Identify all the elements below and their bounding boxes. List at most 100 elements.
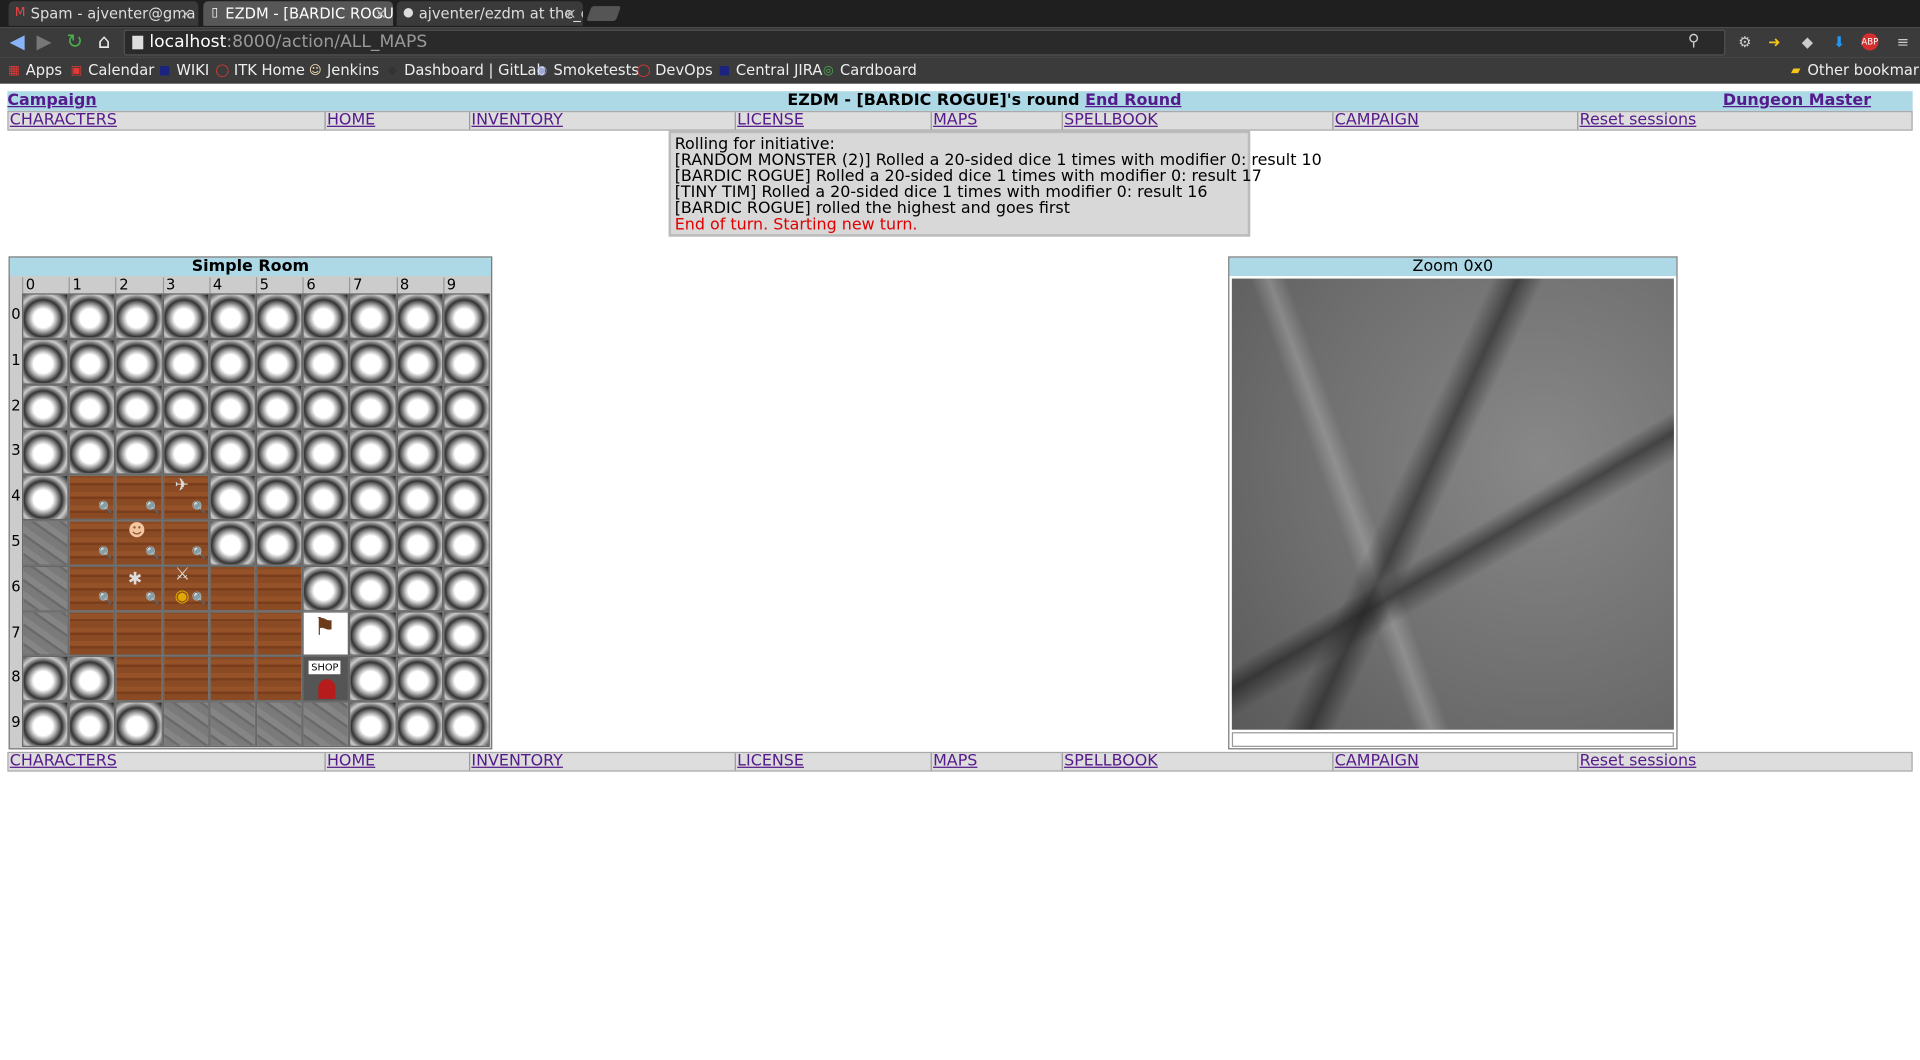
search-marker-icon[interactable]: 🔍 (145, 547, 160, 561)
map-tile[interactable] (209, 338, 256, 385)
map-tile[interactable] (255, 565, 303, 611)
other-bookmarks[interactable]: ▰Other bookmarks (1789, 62, 1920, 80)
map-tile[interactable] (255, 293, 303, 339)
menu-spellbook[interactable]: SPELLBOOK (1061, 112, 1158, 130)
close-icon[interactable]: × (564, 1, 576, 26)
zoom-magnifier-icon[interactable]: ⚲ (1688, 32, 1700, 50)
map-tile[interactable] (68, 429, 116, 475)
menu-campaign[interactable]: CAMPAIGN (1332, 753, 1419, 771)
home-icon[interactable]: ⌂ (93, 30, 115, 53)
map-tile[interactable] (209, 384, 256, 430)
map-tile[interactable] (115, 701, 163, 747)
map-tile[interactable] (396, 474, 444, 521)
extension-arrow-icon[interactable]: ➜ (1766, 33, 1783, 50)
map-tile[interactable] (22, 520, 69, 566)
new-tab-button[interactable] (586, 6, 622, 21)
menu-home[interactable]: HOME (324, 112, 375, 130)
map-tile[interactable] (349, 293, 397, 339)
menu-inventory[interactable]: INVENTORY (468, 112, 563, 130)
map-tile[interactable] (443, 293, 490, 339)
map-tile[interactable] (68, 701, 116, 747)
menu-inventory[interactable]: INVENTORY (468, 753, 563, 771)
menu-reset-sessions[interactable]: Reset sessions (1577, 753, 1696, 771)
close-icon[interactable]: × (180, 1, 192, 26)
map-tile[interactable] (396, 384, 444, 430)
item-icon[interactable]: ✈ (175, 477, 189, 494)
map-tile[interactable] (209, 520, 256, 566)
menu-license[interactable]: LICENSE (734, 112, 804, 130)
map-tile[interactable] (443, 384, 490, 430)
map-tile[interactable]: SHOP (302, 656, 350, 702)
map-tile[interactable] (396, 610, 444, 657)
download-icon[interactable]: ⬇ (1831, 33, 1848, 50)
map-tile[interactable] (68, 338, 116, 385)
monster-icon[interactable]: ✱ (128, 570, 142, 587)
bookmark-jenkins[interactable]: ☺ Jenkins (309, 62, 379, 80)
map-tile[interactable] (162, 656, 210, 702)
map-tile[interactable] (302, 474, 350, 521)
menu-home[interactable]: HOME (324, 753, 375, 771)
tab-ezdm[interactable]: ▯ EZDM - [BARDIC ROGU × (203, 1, 394, 26)
map-tile[interactable] (115, 293, 163, 339)
map-tile[interactable] (349, 429, 397, 475)
map-tile[interactable] (255, 701, 303, 747)
map-tile[interactable] (115, 384, 163, 430)
map-tile[interactable] (68, 656, 116, 702)
address-bar[interactable]: localhost:8000/action/ALL_MAPS ⚲ (123, 29, 1726, 56)
map-tile[interactable] (302, 520, 350, 566)
map-tile[interactable] (396, 429, 444, 475)
map-tile[interactable] (209, 701, 256, 747)
map-tile[interactable] (162, 293, 210, 339)
map-tile[interactable] (22, 565, 69, 611)
map-tile[interactable] (349, 656, 397, 702)
menu-license[interactable]: LICENSE (734, 753, 804, 771)
map-tile[interactable] (396, 701, 444, 747)
map-tile[interactable] (349, 565, 397, 611)
search-marker-icon[interactable]: 🔍 (98, 593, 113, 607)
map-tile[interactable] (349, 338, 397, 385)
extension-gear-icon[interactable]: ⚙ (1736, 33, 1753, 50)
bookmark-calendar[interactable]: ▣ Calendar (70, 62, 155, 80)
gold-coin-icon[interactable]: ◉ (175, 588, 190, 605)
map-tile[interactable] (396, 520, 444, 566)
map-tile[interactable] (162, 701, 210, 747)
search-marker-icon[interactable]: 🔍 (145, 502, 160, 516)
map-tile[interactable] (209, 293, 256, 339)
map-tile[interactable] (115, 610, 163, 657)
map-tile[interactable] (22, 384, 69, 430)
map-tile[interactable] (209, 656, 256, 702)
dungeon-master-link[interactable]: Dungeon Master (1723, 91, 1871, 109)
map-tile[interactable] (68, 293, 116, 339)
map-tile[interactable] (115, 429, 163, 475)
map-tile[interactable] (162, 338, 210, 385)
map-tile[interactable] (255, 656, 303, 702)
map-tile[interactable] (255, 429, 303, 475)
map-tile[interactable] (302, 701, 350, 747)
bookmark-gitlab[interactable]: ◆ Dashboard | GitLab (386, 62, 546, 80)
map-tile[interactable] (255, 610, 303, 657)
map-tile[interactable] (443, 474, 490, 521)
map-tile[interactable] (396, 565, 444, 611)
map-tile[interactable] (255, 338, 303, 385)
end-round-link[interactable]: End Round (1085, 91, 1181, 109)
map-tile[interactable] (22, 474, 69, 521)
map-tile[interactable] (443, 338, 490, 385)
search-marker-icon[interactable]: 🔍 (98, 547, 113, 561)
bookmark-central-jira[interactable]: ■ Central JIRA (718, 62, 822, 80)
map-tile[interactable]: ⚑ (302, 610, 350, 657)
close-icon[interactable]: × (375, 1, 387, 26)
map-tile[interactable] (162, 610, 210, 657)
search-marker-icon[interactable]: 🔍 (192, 593, 207, 607)
adblock-icon[interactable]: ABP (1861, 33, 1879, 51)
map-tile[interactable] (349, 610, 397, 657)
map-tile[interactable] (162, 384, 210, 430)
map-tile[interactable] (115, 656, 163, 702)
search-marker-icon[interactable]: 🔍 (192, 547, 207, 561)
menu-reset-sessions[interactable]: Reset sessions (1577, 112, 1696, 130)
menu-spellbook[interactable]: SPELLBOOK (1061, 753, 1158, 771)
map-tile[interactable] (349, 474, 397, 521)
tab-gmail[interactable]: M Spam - ajventer@gma × (8, 1, 199, 26)
tab-github[interactable]: ● ajventer/ezdm at the_c × (396, 1, 583, 26)
map-tile[interactable] (443, 565, 490, 611)
reload-icon[interactable]: ↻ (64, 30, 86, 53)
